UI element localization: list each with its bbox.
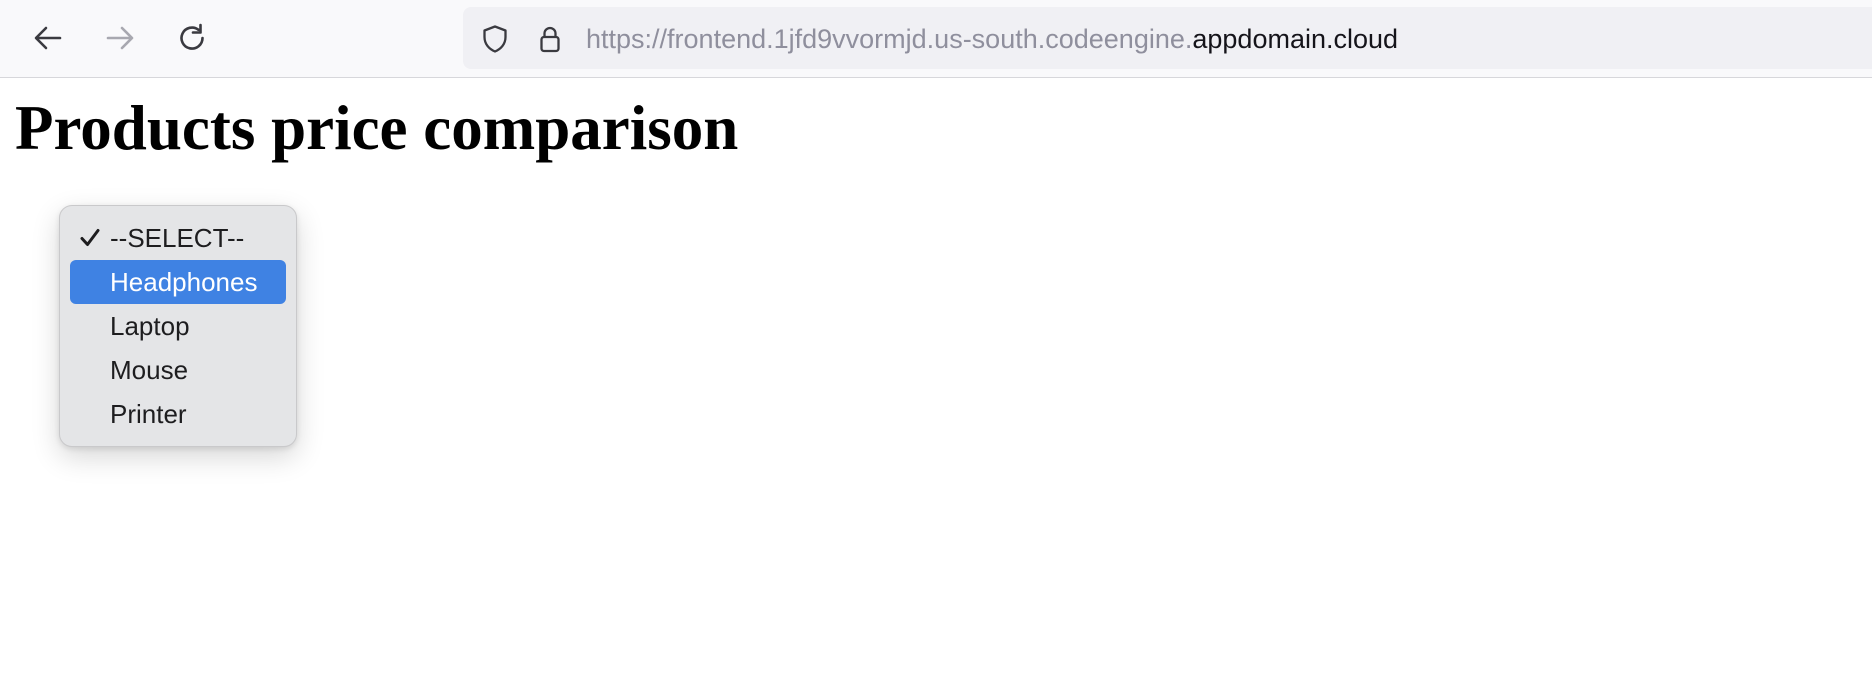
lock-icon[interactable] (535, 24, 565, 54)
url-text[interactable]: https://frontend.1jfd9vvormjd.us-south.c… (586, 7, 1398, 69)
select-option-printer[interactable]: Printer (70, 392, 286, 436)
back-button[interactable] (26, 14, 70, 62)
select-option-mouse[interactable]: Mouse (70, 348, 286, 392)
url-prefix: https://frontend.1jfd9vvormjd.us-south.c… (586, 24, 1193, 54)
select-option-laptop[interactable]: Laptop (70, 304, 286, 348)
option-label: Laptop (110, 311, 190, 341)
checkmark-icon (77, 216, 103, 260)
arrow-left-icon (32, 22, 64, 54)
reload-icon (176, 22, 208, 54)
option-label: Headphones (110, 267, 258, 297)
forward-button[interactable] (98, 14, 142, 62)
option-label: Printer (110, 399, 187, 429)
arrow-right-icon (104, 22, 136, 54)
reload-button[interactable] (170, 14, 214, 62)
option-label: --SELECT-- (110, 223, 245, 253)
address-bar[interactable]: https://frontend.1jfd9vvormjd.us-south.c… (463, 7, 1872, 69)
product-select-dropdown[interactable]: --SELECT-- Headphones Laptop Mouse Print… (59, 205, 297, 447)
browser-toolbar: https://frontend.1jfd9vvormjd.us-south.c… (0, 0, 1872, 78)
option-label: Mouse (110, 355, 189, 385)
select-option-headphones[interactable]: Headphones (70, 260, 286, 304)
page-title: Products price comparison (15, 93, 739, 163)
url-domain: appdomain.cloud (1192, 24, 1399, 54)
shield-icon[interactable] (480, 24, 510, 54)
select-option-placeholder[interactable]: --SELECT-- (70, 216, 286, 260)
